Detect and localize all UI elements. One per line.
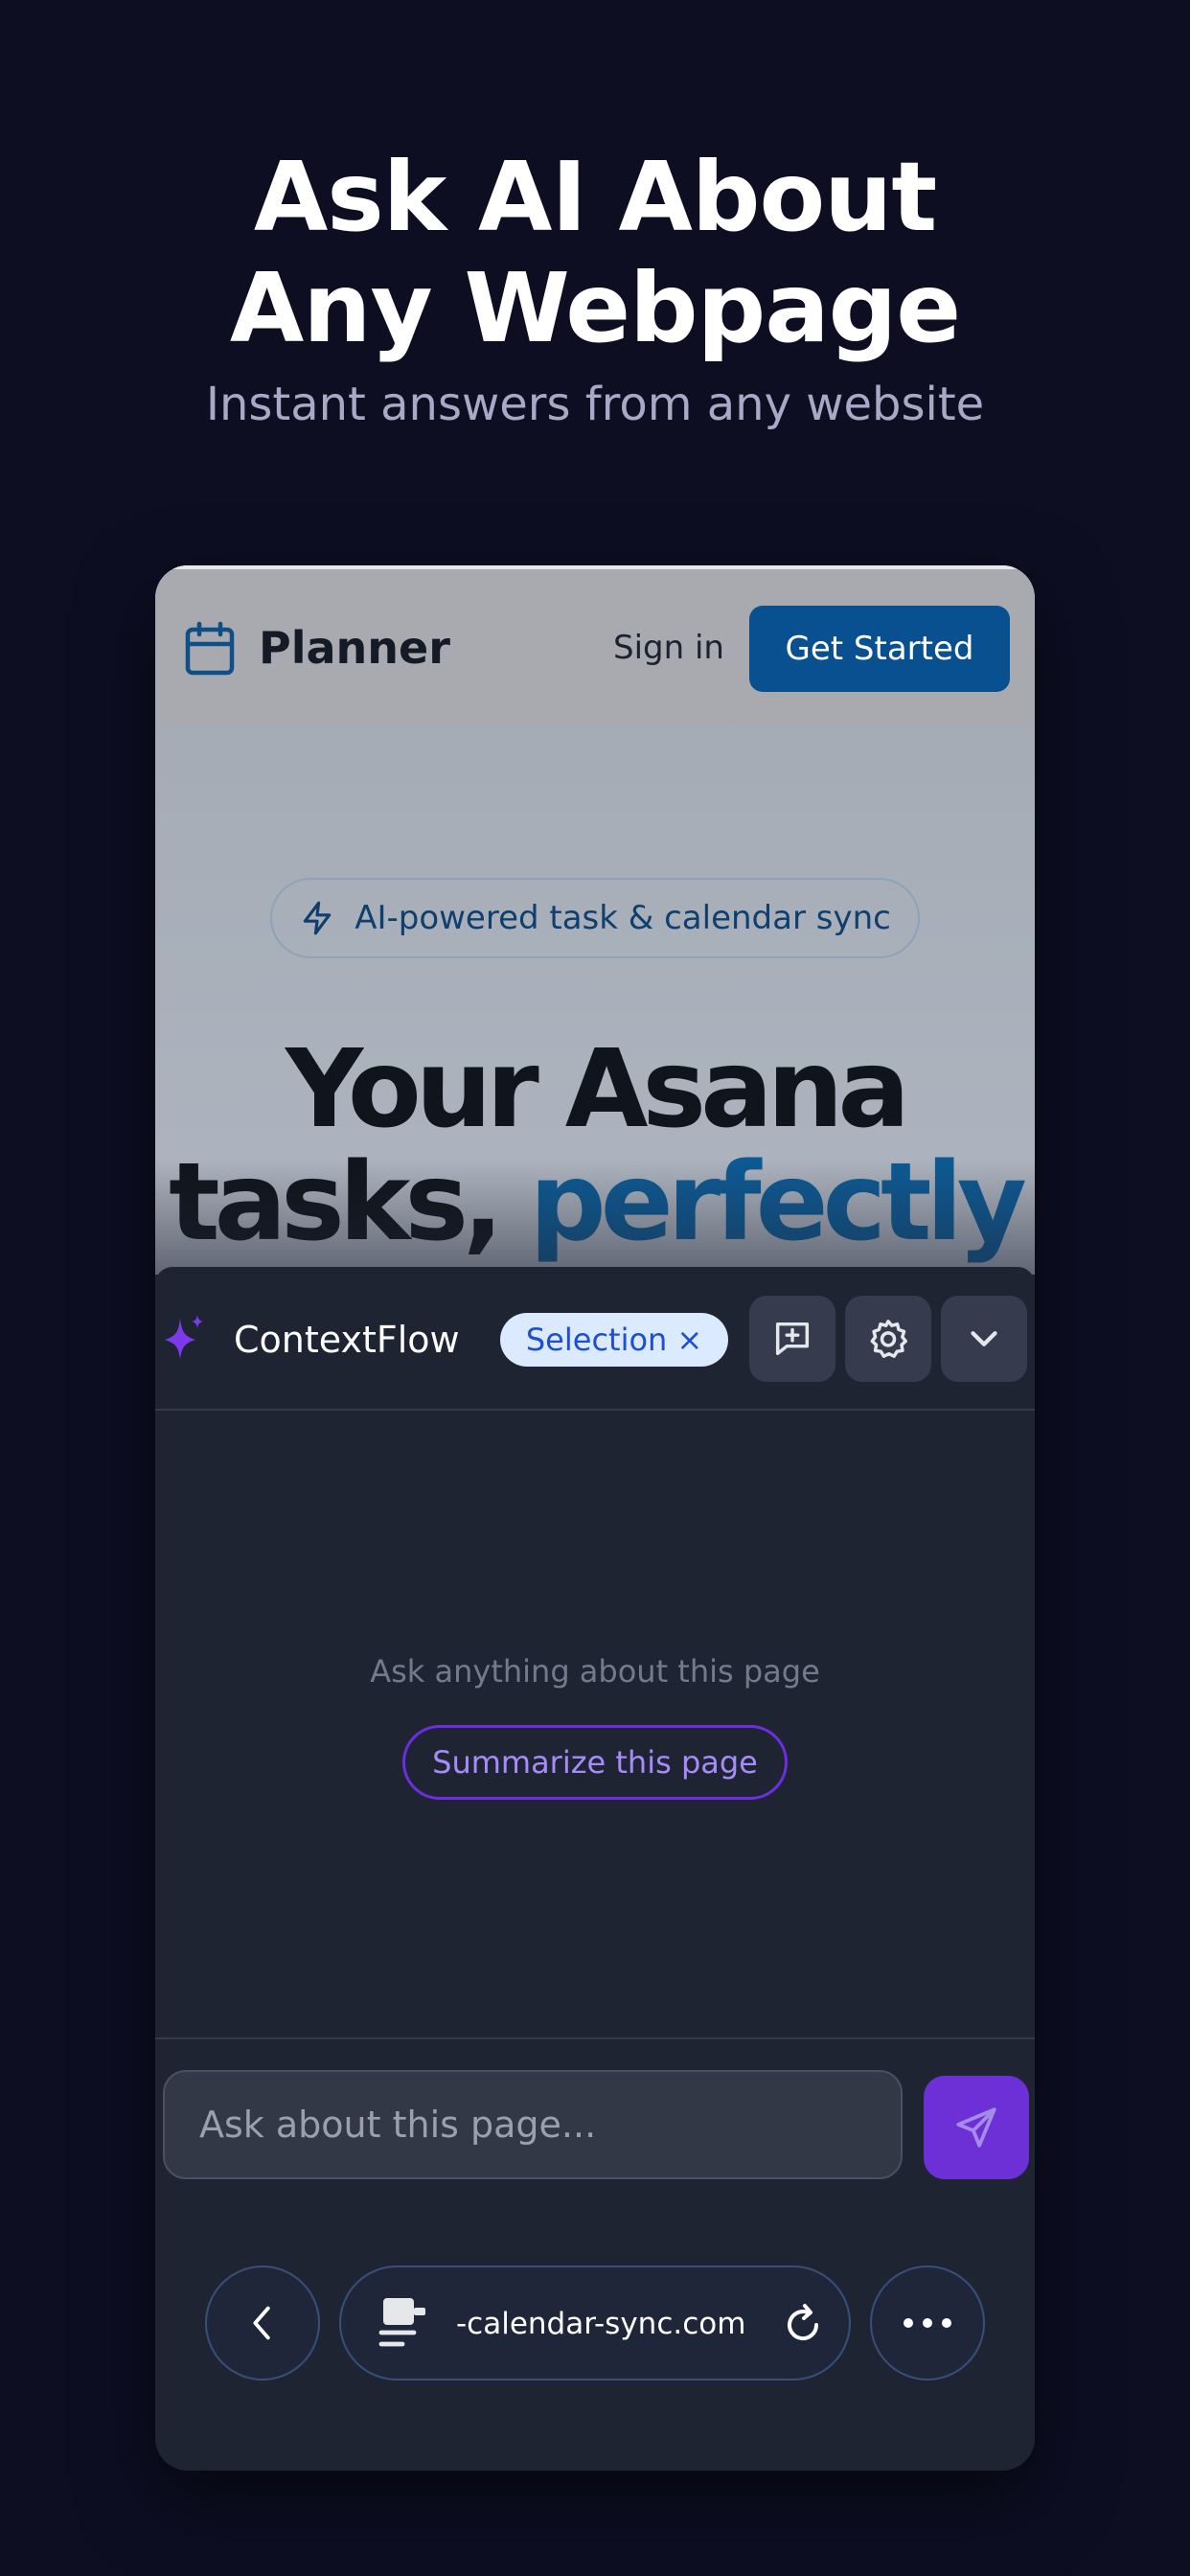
assistant-header: ContextFlow Selection × xyxy=(155,1267,1035,1411)
app-store-screenshot: Ask AI About Any Webpage Instant answers… xyxy=(0,0,1190,2576)
selection-chip[interactable]: Selection × xyxy=(500,1313,728,1367)
more-icon xyxy=(904,2318,951,2328)
composer: -calendar-sync.com xyxy=(155,2037,1035,2471)
feature-badge: AI-powered task & calendar sync xyxy=(270,878,920,958)
settings-button[interactable] xyxy=(845,1296,931,1382)
new-chat-icon xyxy=(775,1322,810,1356)
sparkle-icon xyxy=(165,1315,203,1359)
url-text: -calendar-sync.com xyxy=(456,2307,746,2341)
website-view: Planner Sign in Get Started AI-powered t… xyxy=(155,565,1035,1275)
back-button[interactable] xyxy=(205,2266,320,2380)
headline-line2-start: tasks, xyxy=(169,1140,530,1265)
selection-chip-label: Selection xyxy=(525,1322,668,1358)
headline-accent: perfectly xyxy=(529,1140,1027,1265)
feature-badge-label: AI-powered task & calendar sync xyxy=(355,899,891,937)
page-icon xyxy=(378,2298,425,2347)
ask-input[interactable] xyxy=(163,2070,903,2179)
assistant-panel: ContextFlow Selection × Ask anything abo… xyxy=(155,1267,1035,2471)
settings-icon xyxy=(870,1320,907,1358)
collapse-button[interactable] xyxy=(941,1296,1027,1382)
phone-mockup: Planner Sign in Get Started AI-powered t… xyxy=(155,565,1035,2471)
calendar-icon xyxy=(185,621,235,676)
assistant-title: ContextFlow xyxy=(234,1319,460,1361)
headline-line1: Your Asana xyxy=(286,1027,910,1152)
back-icon xyxy=(253,2306,270,2340)
close-icon[interactable]: × xyxy=(676,1322,702,1358)
website-brand[interactable]: Planner xyxy=(259,619,450,677)
hero-title: Ask AI About Any Webpage xyxy=(0,142,1190,364)
reload-icon[interactable] xyxy=(780,2302,826,2348)
hero-subtitle: Instant answers from any website xyxy=(205,378,985,431)
website-headline: Your Asana tasks, perfectly xyxy=(155,1033,1035,1259)
summarize-button[interactable]: Summarize this page xyxy=(402,1725,788,1800)
more-button[interactable] xyxy=(870,2266,985,2380)
headline-line2: tasks, perfectly xyxy=(155,1146,1035,1259)
chevron-down-icon xyxy=(971,1331,997,1346)
empty-state-text: Ask anything about this page xyxy=(370,1653,820,1690)
hero-title-line2: Any Webpage xyxy=(229,252,961,364)
url-bar[interactable]: -calendar-sync.com xyxy=(339,2266,851,2380)
send-button[interactable] xyxy=(924,2076,1029,2179)
new-chat-button[interactable] xyxy=(749,1296,835,1382)
sign-in-link[interactable]: Sign in xyxy=(613,623,724,673)
lightning-icon xyxy=(303,901,332,935)
hero-title-line1: Ask AI About xyxy=(253,141,937,253)
send-icon xyxy=(956,2107,996,2148)
get-started-button[interactable]: Get Started xyxy=(749,606,1010,692)
website-header: Planner Sign in Get Started xyxy=(155,565,1035,724)
